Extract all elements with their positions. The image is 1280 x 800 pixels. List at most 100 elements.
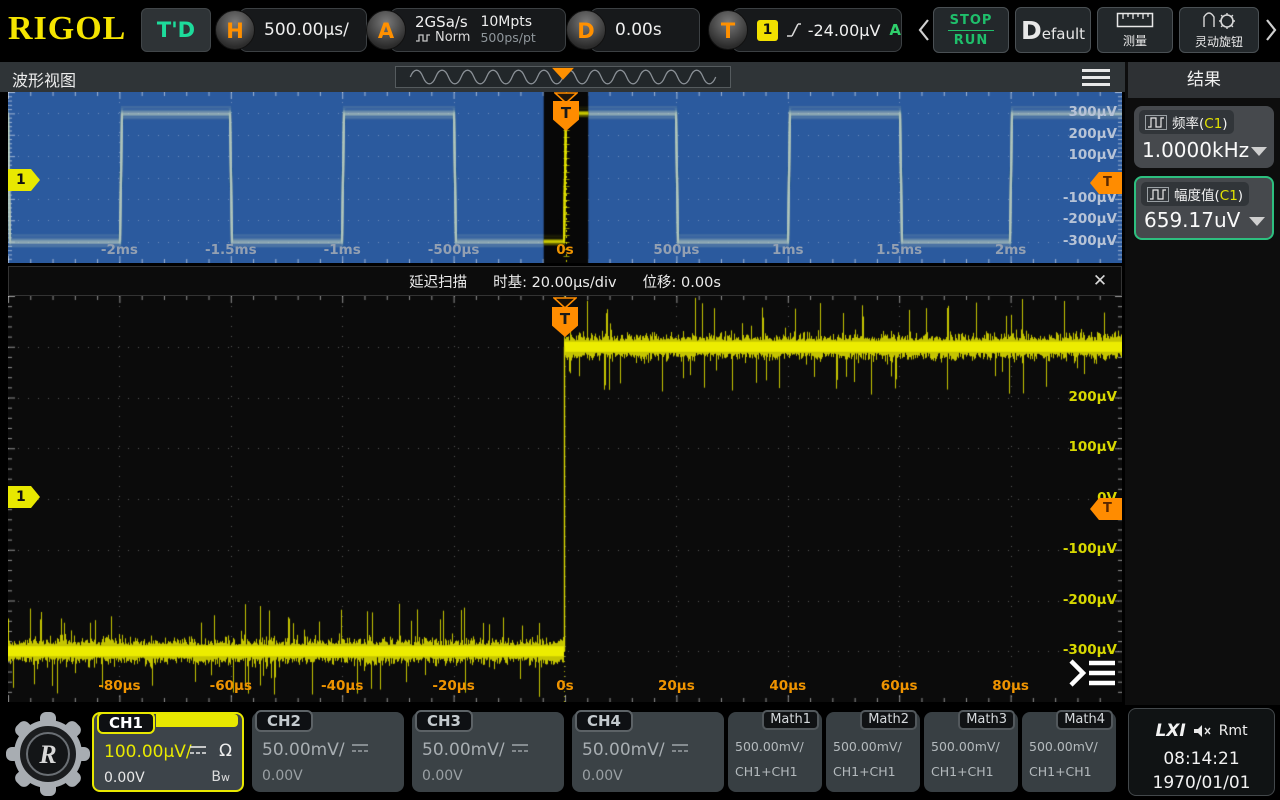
- knob-icon: [1201, 11, 1237, 31]
- main-waveform-plot[interactable]: 1 T T -2ms-1.5ms-1ms-500µs0s500µs1ms1.5m…: [8, 92, 1122, 263]
- measure-label: 测量: [1123, 32, 1147, 49]
- math-tab: Math1: [762, 710, 819, 730]
- math-scale: 500.00mV/: [931, 739, 1000, 754]
- waveform-view-title: 波形视图: [12, 67, 76, 91]
- math-card-math3[interactable]: Math3 500.00mV/ CH1+CH1: [924, 712, 1018, 792]
- y-tick-label: -200µV: [1063, 211, 1117, 227]
- trigger-level: -24.00µV: [808, 21, 881, 40]
- channel-card-ch1[interactable]: CH1 100.00µV/ Ω 0.00V Bw: [92, 712, 244, 792]
- delay-value[interactable]: 0.00s: [590, 8, 700, 52]
- results-sidebar: 结果 频率(C1) 1.0000kHz 幅度值(C1) 659.17uV: [1125, 62, 1280, 705]
- ch1-highlight-strip: [156, 714, 238, 727]
- x-tick-label: -1ms: [324, 242, 361, 258]
- horizontal-knob[interactable]: H: [215, 10, 255, 50]
- math-scale: 500.00mV/: [833, 739, 902, 754]
- x-tick-label: 0s: [556, 678, 573, 694]
- acquisition-knob[interactable]: A: [366, 10, 406, 50]
- trigger-position-marker-icon[interactable]: [552, 68, 574, 80]
- trigger-group[interactable]: T 1 -24.00µV A: [708, 8, 902, 52]
- horizontal-group[interactable]: H 500.00µs/: [215, 8, 367, 52]
- x-tick-label: 40µs: [769, 678, 806, 694]
- dc-coupling-icon: [510, 742, 530, 755]
- y-tick-label: 100µV: [1068, 147, 1117, 163]
- measure-button[interactable]: 测量: [1097, 7, 1173, 53]
- svg-text:R: R: [38, 740, 56, 769]
- close-icon[interactable]: ✕: [1089, 270, 1111, 292]
- chevron-left-icon[interactable]: [917, 17, 931, 43]
- measurement-card-amplitude[interactable]: 幅度值(C1) 659.17uV: [1134, 176, 1274, 240]
- x-tick-label: -60µs: [210, 678, 252, 694]
- channel-scale: 50.00mV/: [262, 740, 345, 760]
- waveform-menu-icon[interactable]: [1066, 656, 1118, 690]
- measurement-value: 1.0000kHz: [1142, 138, 1249, 162]
- menu-icon[interactable]: [1082, 69, 1110, 90]
- delayed-sweep-plot[interactable]: 1 T T -80µs-60µs-40µs-20µs0s20µs40µs60µs…: [8, 296, 1122, 702]
- measurement-card-frequency[interactable]: 频率(C1) 1.0000kHz: [1134, 106, 1274, 168]
- math-card-math2[interactable]: Math2 500.00mV/ CH1+CH1: [826, 712, 920, 792]
- trigger-info[interactable]: 1 -24.00µV A: [732, 8, 902, 52]
- waveform-view-header: 波形视图: [0, 62, 1125, 92]
- x-tick-label: 60µs: [881, 678, 918, 694]
- channel-card-ch2[interactable]: CH2 50.00mV/ 0.00V: [252, 712, 404, 792]
- chevron-down-icon[interactable]: [1249, 217, 1265, 226]
- system-date: 1970/01/01: [1129, 773, 1274, 793]
- dc-coupling-icon: [350, 742, 370, 755]
- y-tick-label: -100µV: [1063, 541, 1117, 557]
- channel-card-ch4[interactable]: CH4 50.00mV/ 0.00V: [572, 712, 724, 792]
- channel-scale: 100.00µV/: [104, 742, 192, 762]
- zoom-waveform-canvas[interactable]: [8, 296, 1122, 702]
- acquisition-group[interactable]: A 2GSa/s Norm 10Mpts 500ps/pt: [366, 8, 566, 52]
- run-label: RUN: [954, 33, 988, 48]
- x-tick-label: -80µs: [98, 678, 140, 694]
- math-scale: 500.00mV/: [1029, 739, 1098, 754]
- math-card-math1[interactable]: Math1 500.00mV/ CH1+CH1: [728, 712, 822, 792]
- trigger-status-indicator[interactable]: T'D: [141, 8, 211, 52]
- delay-knob[interactable]: D: [566, 10, 606, 50]
- bandwidth-w: w: [221, 771, 230, 784]
- rigol-logo: RIGOL: [8, 10, 126, 48]
- measurement-name: 幅度值(: [1174, 188, 1220, 204]
- y-tick-label: 200µV: [1068, 126, 1117, 142]
- quick-knob-button[interactable]: 灵动旋钮: [1179, 7, 1259, 53]
- measurement-channel: C1: [1220, 188, 1238, 204]
- measurement-channel: C1: [1204, 116, 1222, 132]
- default-label-initial: D: [1021, 16, 1042, 45]
- bottom-bar: R CH1 100.00µV/ Ω 0.00V Bw CH2 50.00mV/ …: [0, 705, 1280, 800]
- x-tick-label: 0s: [556, 242, 573, 258]
- measurement-name: 频率(: [1172, 116, 1204, 132]
- rigol-gear-logo[interactable]: R: [6, 710, 90, 798]
- measurement-label: 频率(C1): [1139, 110, 1234, 134]
- horizontal-position-preview[interactable]: [395, 66, 731, 88]
- chevron-down-icon[interactable]: [1251, 147, 1267, 156]
- chevron-right-icon[interactable]: [1264, 17, 1278, 43]
- channel-tab: CH3: [415, 710, 473, 732]
- math-tab: Math3: [958, 710, 1015, 730]
- x-tick-label: 1.5ms: [876, 242, 922, 258]
- default-button[interactable]: Default: [1015, 7, 1091, 53]
- channel-offset: 0.00V: [104, 770, 145, 786]
- math-expression: CH1+CH1: [1029, 764, 1092, 779]
- rising-edge-icon: [785, 21, 801, 39]
- speaker-muted-icon: [1193, 724, 1212, 738]
- top-bar: RIGOL T'D H 500.00µs/ A 2GSa/s Norm 10Mp…: [0, 0, 1280, 60]
- status-clock-panel[interactable]: LXI Rmt 08:14:21 1970/01/01: [1128, 708, 1275, 796]
- timebase-value[interactable]: 500.00µs/: [239, 8, 367, 52]
- bandwidth-b: B: [211, 769, 221, 785]
- bandwidth-label: Bw: [211, 769, 230, 785]
- channel-card-ch3[interactable]: CH3 50.00mV/ 0.00V: [412, 712, 564, 792]
- dc-coupling-icon: [188, 744, 208, 757]
- results-title: 结果: [1128, 62, 1280, 98]
- measurement-suffix: ): [1222, 116, 1227, 132]
- square-wave-icon: [1147, 187, 1169, 202]
- acquisition-info[interactable]: 2GSa/s Norm 10Mpts 500ps/pt: [390, 8, 566, 52]
- delay-group[interactable]: D 0.00s: [566, 8, 700, 52]
- y-tick-label: -300µV: [1063, 233, 1117, 249]
- math-tab: Math4: [1056, 710, 1113, 730]
- trigger-knob[interactable]: T: [708, 10, 748, 50]
- y-tick-label: 200µV: [1068, 389, 1117, 405]
- oscilloscope-screen: RIGOL T'D H 500.00µs/ A 2GSa/s Norm 10Mp…: [0, 0, 1280, 800]
- stop-run-button[interactable]: STOP RUN: [933, 7, 1009, 53]
- lxi-logo: LXI: [1155, 721, 1185, 741]
- memory-depth: 10Mpts: [480, 14, 535, 30]
- math-card-math4[interactable]: Math4 500.00mV/ CH1+CH1: [1022, 712, 1116, 792]
